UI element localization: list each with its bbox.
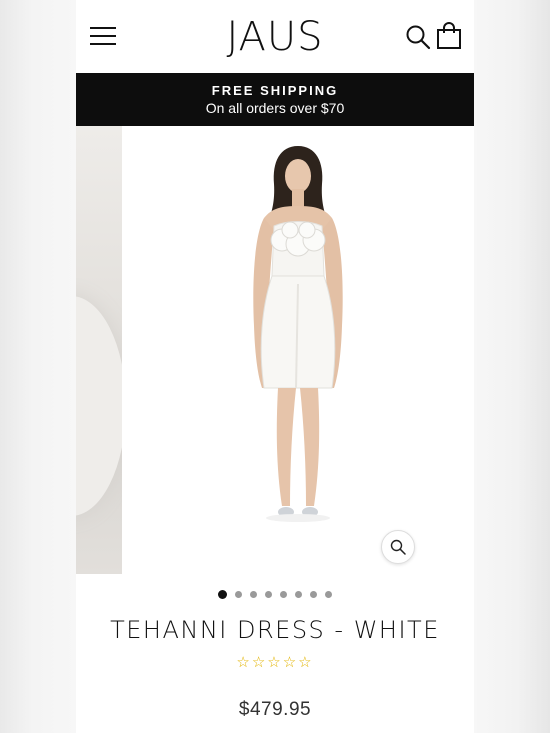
cart-button[interactable] [436,22,462,50]
gallery-dot[interactable] [310,591,317,598]
product-page: JAUS FREE SHIPPING On all orders over $7… [76,0,474,733]
product-price: $479.95 [238,699,312,720]
gallery-dot[interactable] [235,591,242,598]
site-header: JAUS [76,0,474,73]
promo-title: FREE SHIPPING [211,83,339,98]
gallery-pagination [76,590,474,600]
menu-button[interactable] [90,25,116,47]
zoom-button[interactable] [381,530,415,564]
model-in-white-dress-image [253,146,343,522]
product-image[interactable] [122,126,474,574]
zoom-icon [390,539,406,555]
product-title: TEHANNI DRESS - WHITE [110,616,440,644]
gallery-dot[interactable] [218,590,227,599]
rating-stars[interactable]: ☆☆☆☆☆ [76,653,474,671]
site-logo[interactable]: JAUS [226,17,323,57]
promo-subtitle: On all orders over $70 [205,100,345,116]
previous-slide-image[interactable] [76,126,122,574]
product-gallery[interactable] [76,126,474,574]
promo-banner[interactable]: FREE SHIPPING On all orders over $70 [76,73,474,126]
hamburger-menu-icon [90,43,116,45]
gallery-dot[interactable] [250,591,257,598]
search-icon [406,25,431,50]
gallery-dot[interactable] [280,591,287,598]
gallery-dot[interactable] [295,591,302,598]
gallery-dot[interactable] [265,591,272,598]
hamburger-menu-icon [90,27,116,29]
search-button[interactable] [405,24,431,50]
shopping-bag-icon [437,22,461,49]
gallery-dot[interactable] [325,591,332,598]
hamburger-menu-icon [90,35,116,37]
